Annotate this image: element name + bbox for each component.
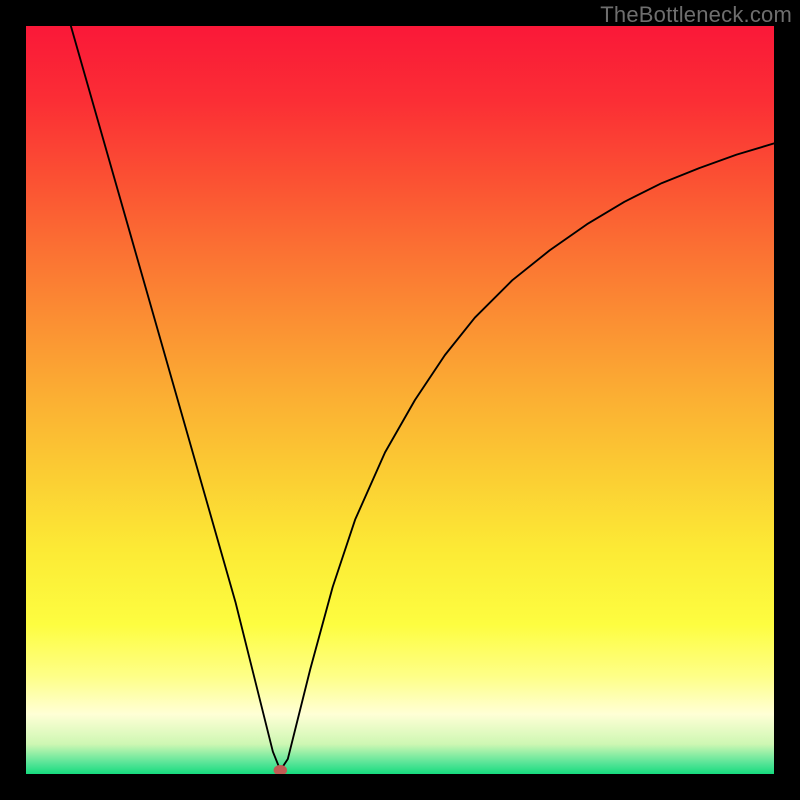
chart-background [26, 26, 774, 774]
chart-frame: TheBottleneck.com [0, 0, 800, 800]
bottleneck-chart [26, 26, 774, 774]
watermark-text: TheBottleneck.com [600, 2, 792, 28]
